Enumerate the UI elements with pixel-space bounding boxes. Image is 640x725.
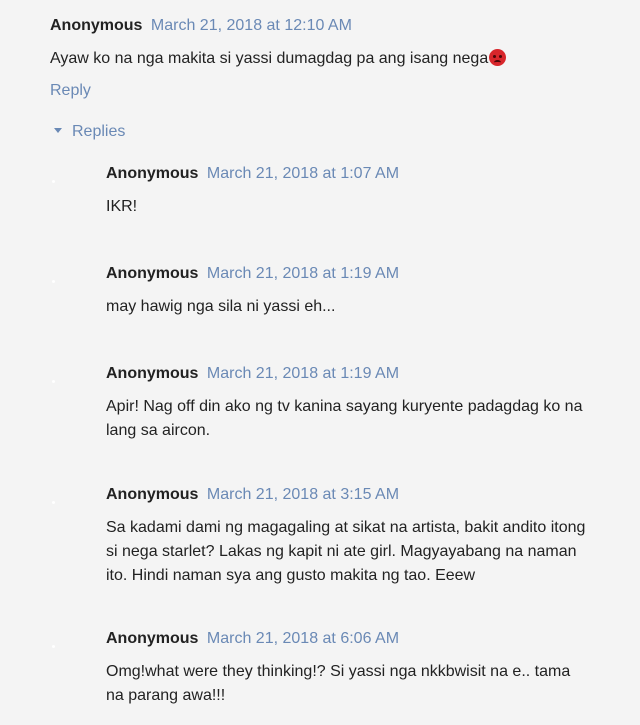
thread-bullet (52, 380, 55, 383)
top-comment: Anonymous March 21, 2018 at 12:10 AM Aya… (50, 14, 620, 100)
reply-comment: Anonymous March 21, 2018 at 1:07 AM IKR! (106, 162, 586, 219)
reply-meta: Anonymous March 21, 2018 at 1:19 AM (106, 362, 586, 386)
reply-author: Anonymous (106, 365, 199, 382)
reply-meta: Anonymous March 21, 2018 at 3:15 AM (106, 483, 586, 507)
thread-bullet (52, 645, 55, 648)
reply-date-link[interactable]: March 21, 2018 at 3:15 AM (207, 486, 399, 503)
reply-author: Anonymous (106, 165, 199, 182)
comment-text: Ayaw ko na nga makita si yassi dumagdag … (50, 50, 489, 67)
angry-face-icon (489, 49, 507, 66)
reply-meta: Anonymous March 21, 2018 at 1:19 AM (106, 262, 586, 286)
reply-comment: Anonymous March 21, 2018 at 3:15 AM Sa k… (106, 483, 586, 588)
reply-date-link[interactable]: March 21, 2018 at 6:06 AM (207, 630, 399, 647)
thread-bullet (52, 501, 55, 504)
reply-author: Anonymous (106, 630, 199, 647)
reply-comment: Anonymous March 21, 2018 at 1:19 AM Apir… (106, 362, 586, 443)
reply-author: Anonymous (106, 486, 199, 503)
comment-body: Ayaw ko na nga makita si yassi dumagdag … (50, 47, 620, 71)
reply-date-link[interactable]: March 21, 2018 at 1:19 AM (207, 265, 399, 282)
reply-text: Sa kadami dami ng magagaling at sikat na… (106, 519, 586, 584)
comment-date-link[interactable]: March 21, 2018 at 12:10 AM (151, 17, 352, 34)
reply-comment: Anonymous March 21, 2018 at 6:06 AM Omg!… (106, 627, 586, 708)
reply-meta: Anonymous March 21, 2018 at 1:07 AM (106, 162, 586, 186)
reply-text: IKR! (106, 198, 138, 215)
reply-text: Omg!what were they thinking!? Si yassi n… (106, 663, 571, 704)
thread-bullet (52, 280, 55, 283)
reply-button[interactable]: Reply (50, 82, 91, 100)
thread-bullet (52, 180, 55, 183)
reply-meta: Anonymous March 21, 2018 at 6:06 AM (106, 627, 586, 651)
reply-text: may hawig nga sila ni yassi eh... (106, 298, 336, 315)
reply-comment: Anonymous March 21, 2018 at 1:19 AM may … (106, 262, 586, 319)
caret-down-icon (54, 128, 62, 133)
replies-toggle[interactable]: Replies (54, 123, 125, 141)
comment-meta: Anonymous March 21, 2018 at 12:10 AM (50, 14, 620, 38)
reply-author: Anonymous (106, 265, 199, 282)
reply-date-link[interactable]: March 21, 2018 at 1:07 AM (207, 165, 399, 182)
reply-date-link[interactable]: March 21, 2018 at 1:19 AM (207, 365, 399, 382)
comment-author: Anonymous (50, 17, 143, 34)
reply-text: Apir! Nag off din ako ng tv kanina sayan… (106, 398, 583, 439)
replies-toggle-label: Replies (72, 123, 126, 140)
